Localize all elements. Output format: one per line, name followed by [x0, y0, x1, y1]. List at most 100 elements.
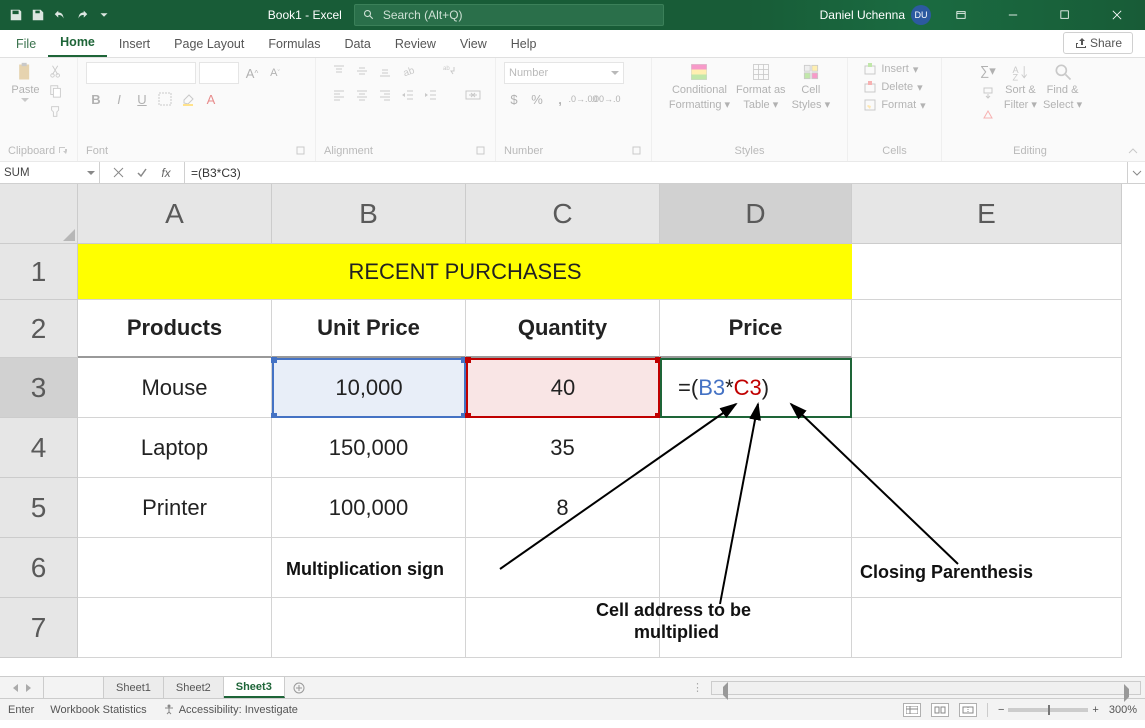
title-cell[interactable]: RECENT PURCHASES — [78, 244, 852, 300]
accounting-format-button[interactable]: $ — [504, 90, 524, 108]
status-accessibility[interactable]: Accessibility: Investigate — [163, 704, 298, 716]
name-box[interactable]: SUM — [0, 162, 100, 183]
formula-input[interactable]: =(B3*C3) — [185, 162, 1127, 183]
cell[interactable] — [272, 598, 466, 658]
row-header-1[interactable]: 1 — [0, 244, 78, 300]
column-header-C[interactable]: C — [466, 184, 660, 244]
bold-button[interactable]: B — [86, 90, 106, 108]
sheet-tab-1[interactable]: Sheet1 — [104, 677, 164, 698]
share-button[interactable]: Share — [1063, 32, 1133, 54]
tab-help[interactable]: Help — [499, 31, 549, 57]
page-layout-view-button[interactable] — [931, 703, 949, 717]
number-launcher-icon[interactable] — [631, 145, 643, 157]
insert-function-button[interactable]: fx — [154, 166, 178, 180]
active-cell[interactable]: =(B3*C3) — [660, 358, 852, 418]
maximize-button[interactable] — [1043, 0, 1087, 30]
row-header-4[interactable]: 4 — [0, 418, 78, 478]
collapse-ribbon-icon[interactable] — [1127, 145, 1139, 157]
align-left-button[interactable] — [329, 86, 349, 104]
align-center-button[interactable] — [352, 86, 372, 104]
cell[interactable] — [78, 598, 272, 658]
cell-styles-button[interactable]: Cell Styles ▾ — [792, 62, 831, 111]
font-launcher-icon[interactable] — [295, 145, 307, 157]
conditional-formatting-button[interactable]: Conditional Formatting ▾ — [669, 62, 730, 111]
comma-format-button[interactable]: , — [550, 90, 570, 108]
page-break-view-button[interactable] — [959, 703, 977, 717]
cell[interactable]: 40 — [466, 358, 660, 418]
fill-color-button[interactable] — [178, 90, 198, 108]
sort-filter-button[interactable]: AZ Sort & Filter ▾ — [1004, 62, 1037, 111]
underline-button[interactable]: U — [132, 90, 152, 108]
worksheet-grid[interactable]: ABCDE 1234567 RECENT PURCHASESProductsUn… — [0, 184, 1145, 676]
cell[interactable] — [660, 538, 852, 598]
increase-font-button[interactable]: A^ — [242, 64, 262, 82]
row-header-6[interactable]: 6 — [0, 538, 78, 598]
zoom-level[interactable]: 300% — [1109, 704, 1137, 716]
user-account[interactable]: Daniel Uchenna DU — [820, 5, 931, 25]
expand-formula-bar-button[interactable] — [1127, 162, 1145, 183]
tab-page-layout[interactable]: Page Layout — [162, 31, 256, 57]
cell[interactable]: Mouse — [78, 358, 272, 418]
save-icon[interactable] — [30, 7, 46, 23]
format-as-table-button[interactable]: Format as Table ▾ — [736, 62, 786, 111]
status-wb-stats[interactable]: Workbook Statistics — [50, 704, 146, 716]
cut-button[interactable] — [46, 62, 66, 80]
cell[interactable]: Unit Price — [272, 300, 466, 358]
increase-decimal-button[interactable]: .0→.00 — [573, 90, 593, 108]
column-header-E[interactable]: E — [852, 184, 1122, 244]
tab-insert[interactable]: Insert — [107, 31, 162, 57]
redo-icon[interactable] — [74, 7, 90, 23]
wrap-text-button[interactable]: ab — [440, 62, 460, 80]
zoom-slider[interactable]: −+ — [998, 704, 1099, 716]
row-header-3[interactable]: 3 — [0, 358, 78, 418]
decrease-indent-button[interactable] — [398, 86, 418, 104]
normal-view-button[interactable] — [903, 703, 921, 717]
italic-button[interactable]: I — [109, 90, 129, 108]
row-header-5[interactable]: 5 — [0, 478, 78, 538]
cell[interactable] — [852, 300, 1122, 358]
new-sheet-button[interactable] — [285, 677, 313, 698]
align-top-button[interactable] — [329, 62, 349, 80]
paste-button[interactable]: Paste — [11, 62, 39, 102]
percent-format-button[interactable]: % — [527, 90, 547, 108]
enter-formula-button[interactable] — [130, 167, 154, 179]
insert-cells-button[interactable]: Insert ▾ — [863, 62, 925, 76]
delete-cells-button[interactable]: Delete ▾ — [863, 80, 925, 94]
row-header-2[interactable]: 2 — [0, 300, 78, 358]
close-button[interactable] — [1095, 0, 1139, 30]
row-header-7[interactable]: 7 — [0, 598, 78, 658]
font-color-button[interactable]: A — [201, 90, 221, 108]
font-size-select[interactable] — [199, 62, 239, 84]
align-bottom-button[interactable] — [375, 62, 395, 80]
copy-button[interactable] — [46, 82, 66, 100]
cell[interactable] — [852, 358, 1122, 418]
tab-data[interactable]: Data — [332, 31, 382, 57]
sheet-tab-2[interactable]: Sheet2 — [164, 677, 224, 698]
qat-more-icon[interactable] — [96, 7, 112, 23]
orientation-button[interactable]: ab — [398, 62, 418, 80]
cell[interactable]: Price — [660, 300, 852, 358]
cell[interactable]: 10,000 — [272, 358, 466, 418]
cell[interactable]: Quantity — [466, 300, 660, 358]
autosave-icon[interactable] — [8, 7, 24, 23]
format-painter-button[interactable] — [46, 102, 66, 120]
horizontal-scrollbar[interactable] — [711, 681, 1141, 695]
cell[interactable] — [660, 418, 852, 478]
align-right-button[interactable] — [375, 86, 395, 104]
clear-button[interactable] — [978, 106, 998, 124]
fill-button[interactable] — [978, 84, 998, 102]
column-header-A[interactable]: A — [78, 184, 272, 244]
cancel-formula-button[interactable] — [106, 167, 130, 178]
autosum-button[interactable]: ∑▾ — [978, 62, 998, 80]
cell[interactable] — [852, 244, 1122, 300]
border-button[interactable] — [155, 90, 175, 108]
cell[interactable]: 35 — [466, 418, 660, 478]
ribbon-display-button[interactable] — [939, 0, 983, 30]
clipboard-launcher-icon[interactable] — [57, 145, 69, 157]
tab-view[interactable]: View — [448, 31, 499, 57]
tab-formulas[interactable]: Formulas — [256, 31, 332, 57]
minimize-button[interactable] — [991, 0, 1035, 30]
cell[interactable]: Laptop — [78, 418, 272, 478]
cell[interactable] — [852, 418, 1122, 478]
cell[interactable]: Printer — [78, 478, 272, 538]
